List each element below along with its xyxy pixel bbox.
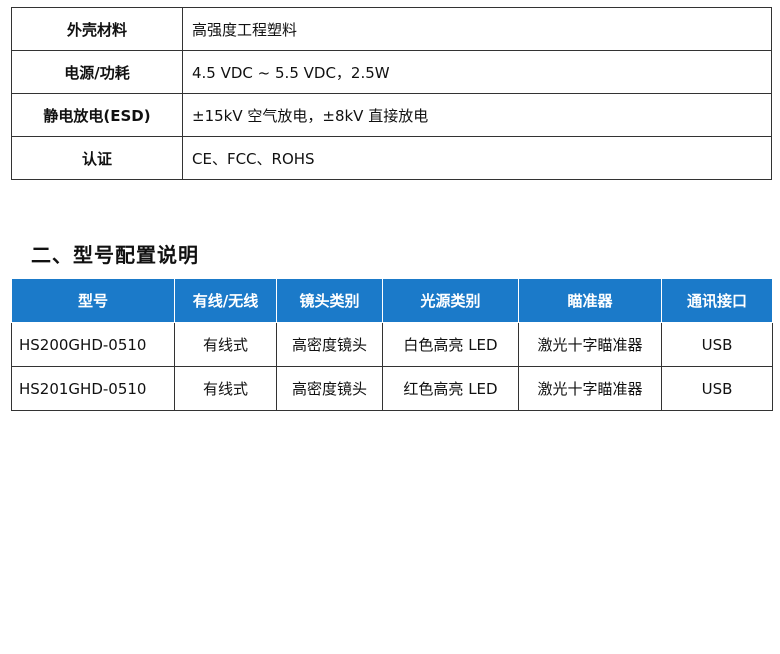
cell-aimer: 激光十字瞄准器 (518, 322, 662, 367)
spec-value: ±15kV 空气放电，±8kV 直接放电 (182, 93, 772, 137)
cell-lens: 高密度镜头 (276, 322, 383, 367)
column-header-connection: 有线/无线 (174, 278, 277, 323)
cell-interface: USB (661, 322, 773, 367)
spec-label: 电源/功耗 (11, 50, 183, 94)
cell-lens: 高密度镜头 (276, 366, 383, 411)
cell-connection: 有线式 (174, 366, 277, 411)
column-header-model: 型号 (11, 278, 175, 323)
spec-value: 高强度工程塑料 (182, 7, 772, 51)
spec-row: 电源/功耗 4.5 VDC ~ 5.5 VDC，2.5W (11, 50, 772, 94)
spec-row: 外壳材料 高强度工程塑料 (11, 7, 772, 51)
cell-model: HS200GHD-0510 (11, 322, 175, 367)
cell-connection: 有线式 (174, 322, 277, 367)
spec-label: 外壳材料 (11, 7, 183, 51)
cell-light: 红色高亮 LED (382, 366, 519, 411)
model-header-row: 型号 有线/无线 镜头类别 光源类别 瞄准器 通讯接口 (11, 278, 773, 323)
column-header-aimer: 瞄准器 (518, 278, 662, 323)
column-header-interface: 通讯接口 (661, 278, 773, 323)
model-table: 型号 有线/无线 镜头类别 光源类别 瞄准器 通讯接口 HS200GHD-051… (11, 278, 773, 411)
cell-model: HS201GHD-0510 (11, 366, 175, 411)
table-row: HS200GHD-0510 有线式 高密度镜头 白色高亮 LED 激光十字瞄准器… (11, 322, 773, 367)
spec-row: 静电放电(ESD) ±15kV 空气放电，±8kV 直接放电 (11, 93, 772, 137)
cell-interface: USB (661, 366, 773, 411)
section-title: 二、型号配置说明 (31, 243, 199, 267)
spec-table: 外壳材料 高强度工程塑料 电源/功耗 4.5 VDC ~ 5.5 VDC，2.5… (11, 7, 772, 180)
cell-light: 白色高亮 LED (382, 322, 519, 367)
column-header-lens: 镜头类别 (276, 278, 383, 323)
spec-label: 静电放电(ESD) (11, 93, 183, 137)
table-row: HS201GHD-0510 有线式 高密度镜头 红色高亮 LED 激光十字瞄准器… (11, 366, 773, 411)
column-header-light: 光源类别 (382, 278, 519, 323)
spec-value: 4.5 VDC ~ 5.5 VDC，2.5W (182, 50, 772, 94)
spec-value: CE、FCC、ROHS (182, 136, 772, 180)
spec-label: 认证 (11, 136, 183, 180)
cell-aimer: 激光十字瞄准器 (518, 366, 662, 411)
spec-row: 认证 CE、FCC、ROHS (11, 136, 772, 180)
